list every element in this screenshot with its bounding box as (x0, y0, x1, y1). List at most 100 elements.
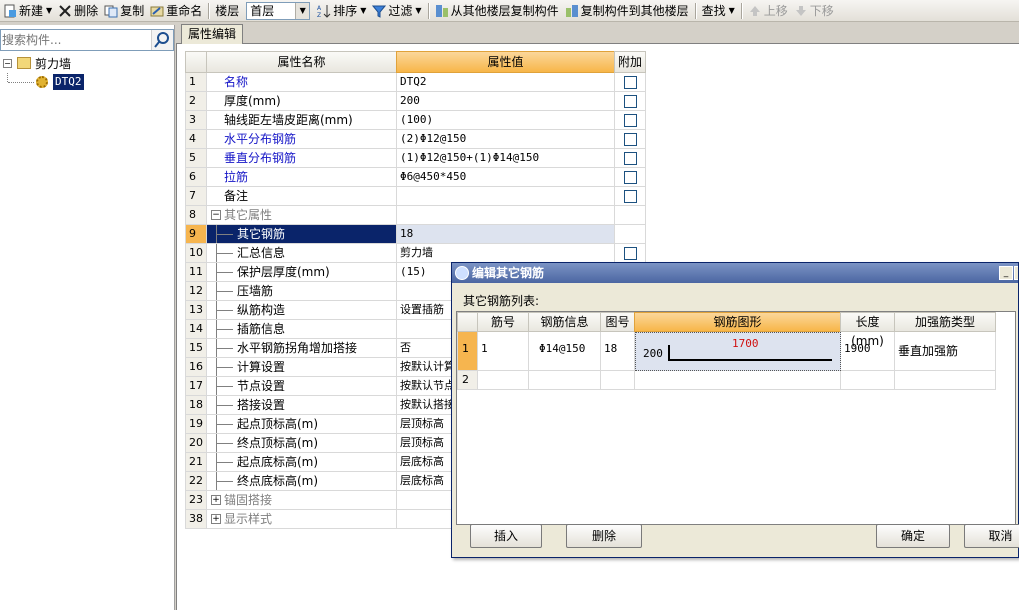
property-name: 轴线距左墙皮距离(mm) (207, 111, 397, 130)
tree-connector (217, 272, 233, 273)
floor-select[interactable]: 首层 ▼ (246, 1, 311, 20)
property-name: 其它钢筋 (207, 225, 397, 244)
search-input[interactable] (1, 30, 149, 50)
property-value[interactable]: 剪力墙 (397, 244, 615, 263)
rebar-shape-no[interactable] (601, 371, 635, 390)
attach-checkbox[interactable] (623, 247, 637, 260)
rebar-length[interactable] (841, 371, 895, 390)
property-name: 纵筋构造 (207, 301, 397, 320)
property-name: 起点底标高(m) (207, 453, 397, 472)
attach-checkbox[interactable] (623, 76, 637, 89)
property-name-text: 终点底标高(m) (237, 474, 319, 488)
delete-row-button[interactable]: 删除 (566, 524, 642, 548)
rebar-info[interactable] (529, 371, 601, 390)
chevron-down-icon[interactable]: ▼ (295, 2, 310, 19)
rebar-bar-no[interactable] (478, 371, 529, 390)
property-value[interactable]: 18 (397, 225, 615, 244)
attach-header: 附加 (614, 51, 646, 73)
attach-checkbox[interactable] (623, 114, 637, 127)
toolbar-separator (427, 2, 429, 19)
rebar-type[interactable] (895, 371, 996, 390)
rebar-shape-cell[interactable]: 200 1700 (635, 332, 841, 371)
search-icon[interactable] (151, 30, 173, 50)
copy-button[interactable]: 复制 (101, 1, 147, 21)
property-value[interactable] (397, 206, 615, 225)
rebar-info[interactable]: Φ14@150 (529, 332, 601, 371)
property-value[interactable] (397, 187, 615, 206)
rebar-bar-no[interactable]: 1 (478, 332, 529, 371)
collapse-icon[interactable]: − (211, 210, 221, 220)
property-name-text: 厚度(mm) (224, 94, 281, 108)
property-name-text: 拉筋 (224, 170, 249, 184)
attach-checkbox[interactable] (623, 95, 637, 108)
arrow-down-icon (794, 4, 808, 18)
filter-button[interactable]: 过滤 ▼ (369, 1, 424, 21)
maximize-icon[interactable] (1014, 266, 1018, 280)
attach-checkbox[interactable] (623, 133, 637, 146)
rebar-shape-cell[interactable] (635, 371, 841, 390)
property-value[interactable]: (1)Φ12@150+(1)Φ14@150 (397, 149, 615, 168)
attach-checkbox[interactable] (623, 152, 637, 165)
property-row[interactable]: 8− 其它属性 (185, 206, 647, 225)
attach-checkbox[interactable] (623, 171, 637, 184)
property-value[interactable]: DTQ2 (397, 73, 615, 92)
property-row[interactable]: 9 其它钢筋 18 (185, 225, 647, 244)
attach-checkbox[interactable] (623, 190, 637, 203)
rebar-shape-no[interactable]: 18 (601, 332, 635, 371)
rebar-list-label: 其它钢筋列表: (463, 294, 540, 308)
property-row[interactable]: 2 厚度(mm) 200 (185, 92, 647, 111)
tree-connector (217, 310, 233, 311)
property-row[interactable]: 7 备注 (185, 187, 647, 206)
property-name: + 显示样式 (207, 510, 397, 529)
row-number: 23 (185, 491, 207, 510)
app-icon (455, 266, 469, 280)
attach-cell (615, 130, 646, 149)
filter-icon (372, 4, 387, 18)
new-file-icon (3, 4, 17, 18)
cancel-button[interactable]: 取消 (964, 524, 1019, 548)
find-button[interactable]: 查找 ▼ (699, 1, 738, 21)
property-name-text: 节点设置 (237, 379, 286, 393)
insert-button[interactable]: 插入 (470, 524, 542, 548)
sort-button[interactable]: AZ 排序 ▼ (314, 1, 369, 21)
sort-az-icon: AZ (317, 4, 331, 19)
property-row[interactable]: 1 名称 DTQ2 (185, 73, 647, 92)
attach-cell (615, 244, 646, 263)
rebar-row-number: 2 (457, 371, 478, 390)
property-row[interactable]: 10 汇总信息 剪力墙 (185, 244, 647, 263)
move-up-button[interactable]: 上移 (745, 1, 791, 21)
rename-button[interactable]: 重命名 (147, 1, 205, 21)
tree-item-shear-wall[interactable]: − 剪力墙 (0, 55, 174, 73)
rebar-col-shape: 钢筋图形 (634, 312, 841, 332)
property-name-text: 插筋信息 (237, 322, 286, 336)
rebar-col-length: 长度(mm) (840, 312, 895, 348)
property-value[interactable]: Φ6@450*450 (397, 168, 615, 187)
property-value[interactable]: 200 (397, 92, 615, 111)
property-name-text: 水平分布钢筋 (224, 132, 297, 146)
property-row[interactable]: 6 拉筋 Φ6@450*450 (185, 168, 647, 187)
expand-icon[interactable]: + (211, 514, 221, 524)
property-row[interactable]: 4 水平分布钢筋 (2)Φ12@150 (185, 130, 647, 149)
ok-button[interactable]: 确定 (876, 524, 950, 548)
tab-property-edit[interactable]: 属性编辑 (181, 24, 244, 45)
tree-item-dtq2[interactable]: DTQ2 (0, 73, 174, 91)
component-tree-panel: − 剪力墙 DTQ2 (0, 25, 175, 610)
copy-from-floor-button[interactable]: 从其他楼层复制构件 (432, 1, 562, 21)
rebar-length[interactable]: 1900 (841, 332, 895, 371)
delete-button[interactable]: 删除 (55, 1, 101, 21)
copy-to-floor-button[interactable]: 复制构件到其他楼层 (562, 1, 692, 21)
new-button[interactable]: 新建 ▼ (0, 1, 55, 21)
property-row[interactable]: 3 轴线距左墙皮距离(mm) (100) (185, 111, 647, 130)
row-number: 2 (185, 92, 207, 111)
minimize-icon[interactable]: _ (999, 266, 1013, 280)
property-name-text: 名称 (224, 75, 249, 89)
rebar-type[interactable]: 垂直加强筋 (895, 332, 996, 371)
property-name: 终点底标高(m) (207, 472, 397, 491)
collapse-icon[interactable]: − (3, 59, 12, 68)
expand-icon[interactable]: + (211, 495, 221, 505)
move-down-button[interactable]: 下移 (791, 1, 837, 21)
row-number: 21 (185, 453, 207, 472)
property-row[interactable]: 5 垂直分布钢筋 (1)Φ12@150+(1)Φ14@150 (185, 149, 647, 168)
property-value[interactable]: (100) (397, 111, 615, 130)
property-value[interactable]: (2)Φ12@150 (397, 130, 615, 149)
